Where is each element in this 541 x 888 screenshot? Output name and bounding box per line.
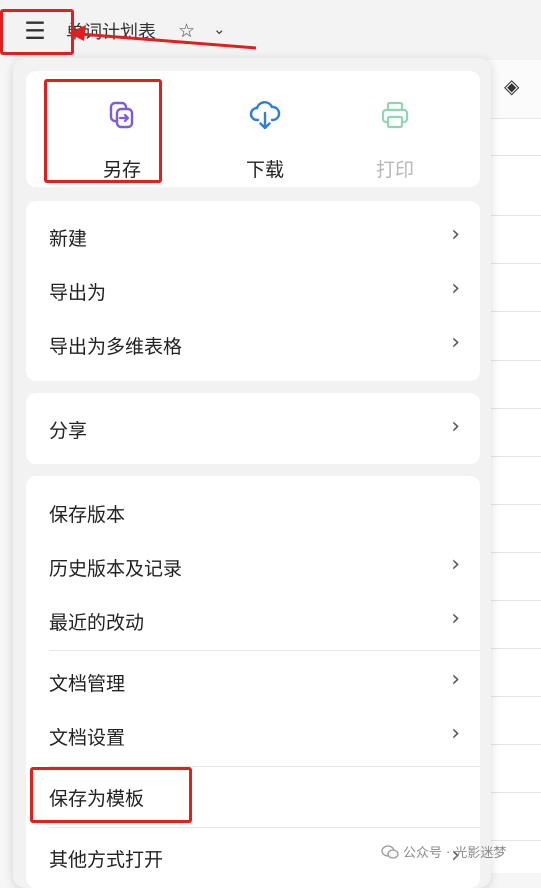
chevron-right-icon: › <box>451 552 460 577</box>
chevron-right-icon: › <box>451 606 460 631</box>
watermark: 公众号 · 光影迷梦 <box>381 842 506 861</box>
menu-item-label: 文档管理 <box>49 673 126 695</box>
menu-item-label: 导出为 <box>49 282 107 304</box>
menu-item-label: 其他方式打开 <box>49 849 164 871</box>
spreadsheet-area: ◈ <box>488 60 541 873</box>
download-label: 下载 <box>245 159 284 181</box>
menu-item-export-as[interactable]: 导出为 › <box>26 264 480 318</box>
menu-item-recent-changes[interactable]: 最近的改动 › <box>26 594 480 648</box>
annotation-arrow <box>68 25 257 50</box>
chevron-right-icon: › <box>451 721 460 746</box>
chevron-right-icon: › <box>451 414 460 439</box>
menu-group-2: 分享 › <box>26 393 480 464</box>
menu-item-doc-management[interactable]: 文档管理 › <box>26 655 480 709</box>
menu-item-label: 分享 <box>49 420 88 442</box>
chevron-right-icon: › <box>451 667 460 692</box>
menu-group-1: 新建 › 导出为 › 导出为多维表格 › <box>26 201 480 381</box>
menu-item-label: 最近的改动 <box>49 612 145 634</box>
menu-item-history[interactable]: 历史版本及记录 › <box>26 540 480 594</box>
cloud-download-icon <box>249 101 281 130</box>
watermark-text: 公众号 · 光影迷梦 <box>403 846 507 861</box>
menu-item-label: 新建 <box>49 228 88 250</box>
menu-item-label: 导出为多维表格 <box>49 336 183 358</box>
wechat-icon <box>381 844 399 859</box>
menu-item-share[interactable]: 分享 › <box>26 402 480 456</box>
paint-bucket-icon[interactable]: ◈ <box>504 74 519 98</box>
menu-item-label: 保存版本 <box>49 504 126 526</box>
toolbar-strip: ◈ <box>488 60 541 119</box>
annotation-box-save-as <box>44 79 162 183</box>
annotation-box-menu <box>0 9 74 55</box>
chevron-right-icon: › <box>451 276 460 301</box>
menu-item-new[interactable]: 新建 › <box>26 210 480 264</box>
print-button[interactable]: 打印 <box>335 71 455 187</box>
annotation-box-save-as-template <box>30 767 192 823</box>
menu-item-label: 历史版本及记录 <box>49 558 183 580</box>
menu-item-label: 文档设置 <box>49 727 126 749</box>
download-button[interactable]: 下载 <box>205 71 325 187</box>
chevron-right-icon: › <box>451 330 460 355</box>
chevron-right-icon: › <box>451 222 460 247</box>
menu-group-3: 保存版本 历史版本及记录 › 最近的改动 › 文档管理 › 文档设置 › 保存为… <box>26 476 480 888</box>
menu-item-export-multitable[interactable]: 导出为多维表格 › <box>26 318 480 372</box>
divider <box>49 827 480 828</box>
print-label: 打印 <box>375 159 414 181</box>
printer-icon <box>381 101 409 129</box>
menu-item-save-version[interactable]: 保存版本 <box>26 486 480 540</box>
menu-item-doc-settings[interactable]: 文档设置 › <box>26 709 480 763</box>
divider <box>49 650 480 651</box>
